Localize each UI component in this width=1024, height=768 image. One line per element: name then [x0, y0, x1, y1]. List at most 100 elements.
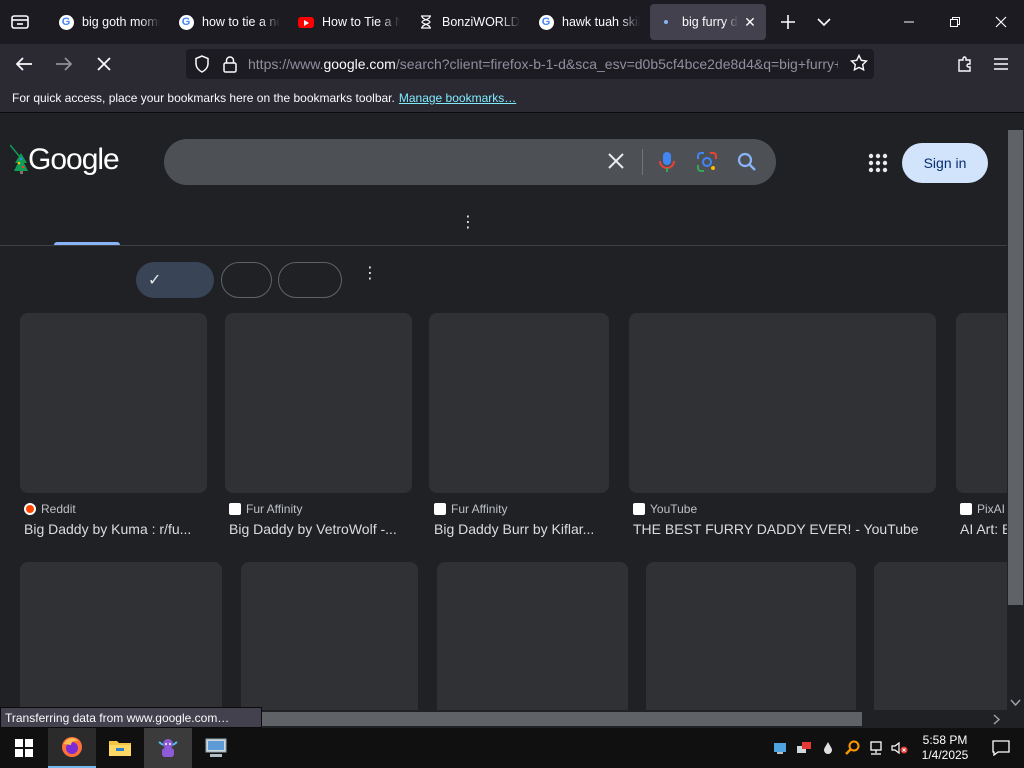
- chevron-down-icon: [817, 18, 831, 27]
- browser-tab[interactable]: G big goth mommy: [50, 4, 168, 40]
- result-title[interactable]: Big Daddy Burr by Kiflar...: [434, 521, 614, 537]
- taskbar-remote-desktop[interactable]: [192, 728, 240, 768]
- action-center-button[interactable]: [978, 728, 1024, 768]
- google-logo[interactable]: Google: [10, 143, 122, 183]
- clear-search-button[interactable]: [604, 151, 628, 175]
- minimize-button[interactable]: [886, 0, 932, 44]
- scroll-right-arrow-icon[interactable]: [990, 710, 1004, 728]
- filter-chip-selected[interactable]: ✓: [136, 262, 214, 298]
- restore-button[interactable]: [932, 0, 978, 44]
- tray-app-icon[interactable]: [768, 728, 792, 768]
- scrollbar-thumb[interactable]: [1008, 130, 1023, 605]
- navigation-toolbar: https://www.google.com/search?client=fir…: [0, 44, 1024, 84]
- stop-button[interactable]: [84, 44, 124, 84]
- taskbar-bonzi[interactable]: [144, 728, 192, 768]
- browser-tab-active[interactable]: big furry daddy ✕: [650, 4, 766, 40]
- clock-date: 1/4/2025: [921, 748, 969, 762]
- bookmarks-hint-text: For quick access, place your bookmarks h…: [12, 91, 395, 105]
- search-input[interactable]: [164, 139, 776, 185]
- google-icon: G: [58, 14, 74, 30]
- image-result-thumbnail[interactable]: [874, 562, 1007, 710]
- loading-dot-icon: [658, 14, 674, 30]
- app-menu-button[interactable]: [986, 44, 1016, 84]
- image-result-thumbnail[interactable]: [241, 562, 418, 710]
- image-result-thumbnail[interactable]: [20, 313, 207, 493]
- back-button[interactable]: [4, 44, 44, 84]
- start-button[interactable]: [0, 728, 48, 768]
- tab-title: big furry daddy: [682, 15, 738, 29]
- more-vert-icon[interactable]: ⋮: [460, 215, 476, 231]
- source-name: Fur Affinity: [246, 502, 303, 516]
- manage-bookmarks-link[interactable]: Manage bookmarks…: [399, 91, 516, 105]
- voice-search-button[interactable]: [656, 150, 678, 174]
- close-tab-icon[interactable]: ✕: [742, 14, 758, 30]
- result-title[interactable]: AI Art: B: [960, 521, 1007, 537]
- result-source[interactable]: Fur Affinity: [434, 502, 507, 516]
- source-name: YouTube: [650, 502, 698, 516]
- image-result-thumbnail[interactable]: [437, 562, 628, 710]
- restore-icon: [950, 17, 960, 27]
- reddit-icon: [24, 503, 36, 515]
- youtube-icon: [298, 14, 314, 30]
- google-apps-button[interactable]: [866, 151, 890, 175]
- page-content: Google Sign in ⋮ ✓ ⋮ Reddit Big Daddy by…: [0, 113, 1007, 710]
- site-favicon: [633, 503, 645, 515]
- image-result-thumbnail[interactable]: [956, 313, 1007, 493]
- image-result-thumbnail[interactable]: [629, 313, 936, 493]
- extensions-button[interactable]: [950, 44, 980, 84]
- bookmarks-toolbar: For quick access, place your bookmarks h…: [0, 84, 1024, 113]
- bookmark-star-button[interactable]: [849, 53, 869, 77]
- image-result-thumbnail[interactable]: [225, 313, 412, 493]
- tray-network-share-icon[interactable]: [792, 728, 816, 768]
- url-text[interactable]: https://www.google.com/search?client=fir…: [248, 56, 838, 72]
- tab-title: BonziWORLD: [442, 15, 520, 29]
- tab-title: how to tie a noose: [202, 15, 280, 29]
- result-source[interactable]: Fur Affinity: [229, 502, 302, 516]
- result-source[interactable]: YouTube: [633, 502, 697, 516]
- forward-button[interactable]: [44, 44, 84, 84]
- lens-search-button[interactable]: [696, 151, 718, 173]
- result-source[interactable]: Reddit: [24, 502, 76, 516]
- magnifier-icon: [845, 740, 860, 755]
- list-all-tabs-button[interactable]: [806, 4, 842, 40]
- url-host: google.com: [323, 56, 396, 72]
- image-result-thumbnail[interactable]: [429, 313, 609, 493]
- result-title[interactable]: Big Daddy by Kuma : r/fu...: [24, 521, 209, 537]
- site-favicon: [434, 503, 446, 515]
- taskbar-firefox[interactable]: [48, 728, 96, 768]
- taskbar-clock[interactable]: 5:58 PM 1/4/2025: [912, 733, 978, 763]
- clock-time: 5:58 PM: [922, 733, 968, 747]
- close-icon: [995, 16, 1007, 28]
- browser-tab[interactable]: G how to tie a noose: [170, 4, 288, 40]
- close-window-button[interactable]: [978, 0, 1024, 44]
- lock-icon: [223, 56, 237, 73]
- tray-volume-muted-icon[interactable]: [888, 728, 912, 768]
- browser-tab[interactable]: G hawk tuah skibidi: [530, 4, 648, 40]
- image-result-thumbnail[interactable]: [20, 562, 222, 710]
- result-title[interactable]: Big Daddy by VetroWolf -...: [229, 521, 414, 537]
- tab-strip: G big goth mommy G how to tie a noose Ho…: [0, 0, 1024, 44]
- scroll-down-arrow-icon[interactable]: [1007, 696, 1024, 710]
- tray-water-drop-icon[interactable]: [816, 728, 840, 768]
- vertical-scrollbar[interactable]: [1007, 113, 1024, 710]
- result-title[interactable]: THE BEST FURRY DADDY EVER! - YouTube: [633, 521, 933, 537]
- tray-search-icon[interactable]: [840, 728, 864, 768]
- browser-tab[interactable]: BonziWORLD: [410, 4, 528, 40]
- firefox-view-button[interactable]: [0, 0, 40, 44]
- filter-chip[interactable]: [278, 262, 342, 298]
- url-bar[interactable]: https://www.google.com/search?client=fir…: [186, 49, 874, 79]
- tray-network-icon[interactable]: [864, 728, 888, 768]
- result-source[interactable]: PixAI: [960, 502, 1005, 516]
- browser-tab[interactable]: How to Tie a Noose: [290, 4, 408, 40]
- scrollbar-thumb[interactable]: [262, 712, 862, 726]
- image-result-thumbnail[interactable]: [646, 562, 856, 710]
- more-vert-icon[interactable]: ⋮: [362, 266, 378, 282]
- search-button[interactable]: [736, 151, 758, 173]
- status-panel: Transferring data from www.google.com…: [0, 707, 262, 728]
- taskbar-file-explorer[interactable]: [96, 728, 144, 768]
- sign-in-button[interactable]: Sign in: [902, 143, 988, 183]
- speaker-muted-icon: [891, 741, 908, 755]
- new-tab-button[interactable]: [770, 4, 806, 40]
- filter-chip[interactable]: [221, 262, 272, 298]
- microphone-icon: [659, 152, 675, 172]
